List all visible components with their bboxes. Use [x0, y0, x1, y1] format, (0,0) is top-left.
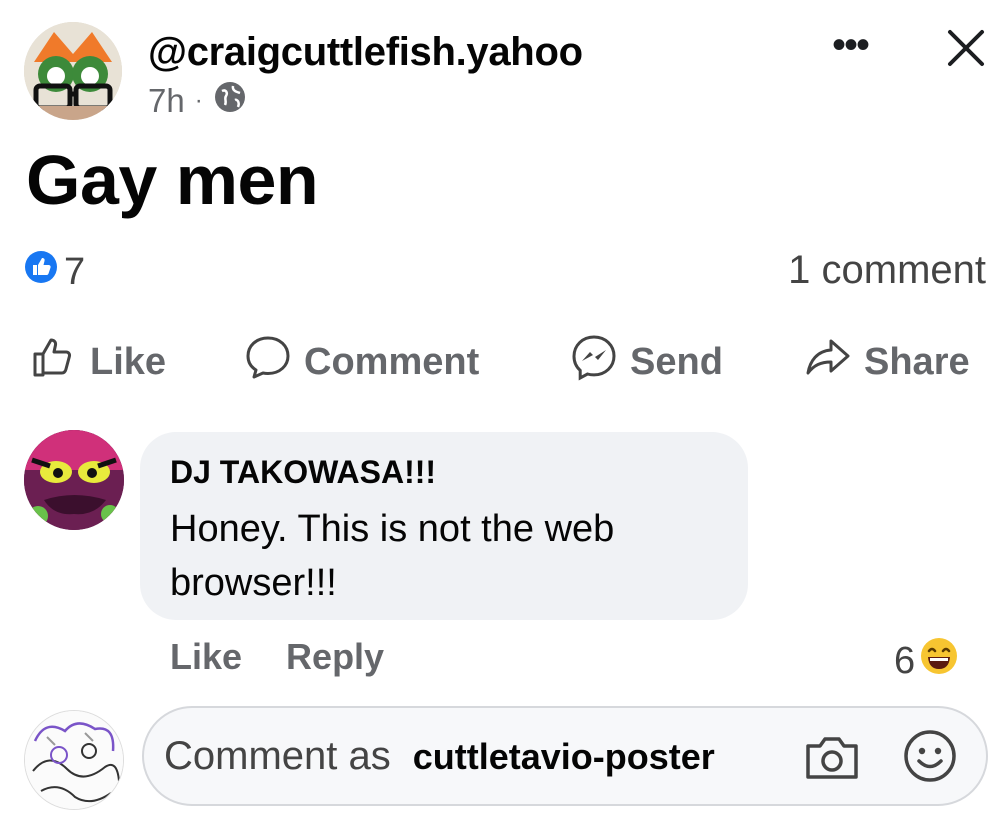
- like-reaction-icon: [24, 250, 58, 294]
- comment-as-label: Comment as: [164, 734, 391, 778]
- comment-count[interactable]: 1 comment: [788, 248, 986, 293]
- comment-reaction-summary[interactable]: 6: [894, 636, 959, 686]
- share-button[interactable]: Share: [804, 332, 970, 392]
- emoji-smile-icon[interactable]: [902, 728, 958, 789]
- comment-text: Honey. This is not the web browser!!!: [170, 508, 615, 604]
- comment-input-placeholder: Comment as cuttletavio-poster: [164, 734, 715, 779]
- close-icon[interactable]: [944, 26, 988, 70]
- post-header: @craigcuttlefish.yahoo 7h · •••: [24, 22, 984, 126]
- reaction-count: 7: [64, 250, 86, 293]
- like-button[interactable]: Like: [30, 332, 166, 392]
- globe-icon: [213, 80, 247, 122]
- comment-input[interactable]: Comment as cuttletavio-poster: [142, 706, 988, 806]
- laughing-emoji-icon: [919, 636, 959, 686]
- more-icon[interactable]: •••: [832, 25, 870, 65]
- comment-actions: Like Reply: [170, 636, 384, 678]
- reaction-summary[interactable]: 7: [24, 250, 85, 294]
- camera-icon[interactable]: [804, 734, 860, 787]
- author-avatar[interactable]: [24, 22, 122, 120]
- comment-label: Comment: [304, 340, 480, 383]
- comment-like-button[interactable]: Like: [170, 636, 242, 678]
- comment-button[interactable]: Comment: [244, 332, 479, 392]
- commenter-avatar[interactable]: [24, 430, 124, 530]
- share-arrow-icon: [804, 333, 852, 391]
- post-action-bar: Like Comment Send Share: [0, 332, 1000, 392]
- send-button[interactable]: Send: [570, 332, 723, 392]
- comment-bubble-icon: [244, 333, 292, 391]
- send-label: Send: [630, 340, 723, 383]
- thumbs-up-icon: [30, 333, 78, 391]
- post-time[interactable]: 7h: [148, 82, 185, 120]
- post-author-name[interactable]: @craigcuttlefish.yahoo: [148, 30, 583, 75]
- comment-bubble: DJ TAKOWASA!!! Honey. This is not the we…: [140, 432, 748, 620]
- like-label: Like: [90, 340, 167, 383]
- current-user-avatar[interactable]: [24, 710, 124, 810]
- post-meta: 7h ·: [148, 80, 247, 122]
- comment-reaction-count: 6: [894, 639, 916, 682]
- commenting-username: cuttletavio-poster: [412, 736, 715, 777]
- commenter-name[interactable]: DJ TAKOWASA!!!: [170, 454, 436, 491]
- share-label: Share: [864, 340, 970, 383]
- messenger-icon: [570, 333, 618, 391]
- post-text: Gay men: [26, 141, 319, 219]
- meta-separator: ·: [194, 87, 203, 114]
- comment-reply-button[interactable]: Reply: [286, 636, 384, 678]
